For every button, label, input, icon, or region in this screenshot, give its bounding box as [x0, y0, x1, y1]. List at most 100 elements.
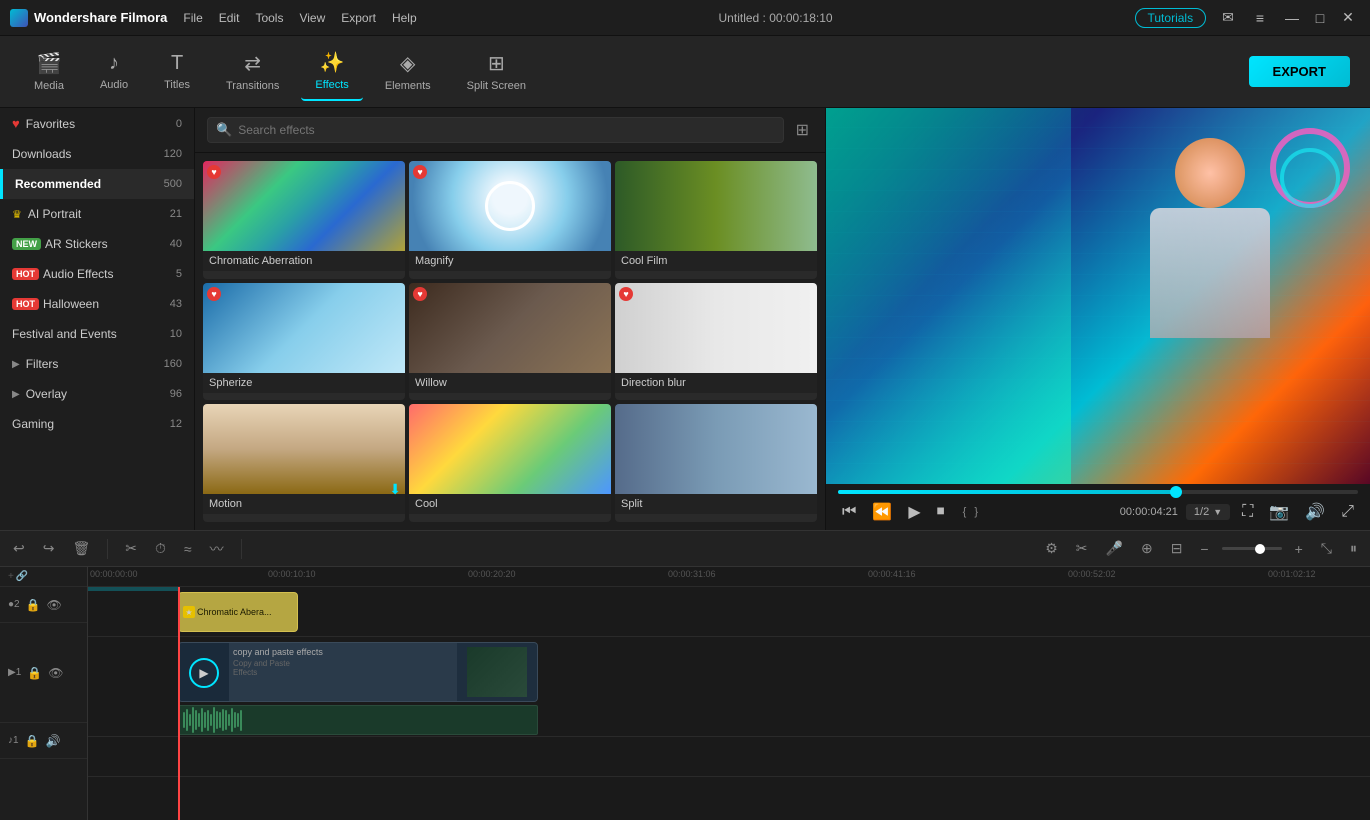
audio-settings-button[interactable]: ≈ [179, 538, 197, 560]
menu-view[interactable]: View [299, 11, 325, 25]
settings-icon-button[interactable]: ⚙ [1040, 537, 1063, 560]
grid-toggle-icon[interactable]: ⊞ [792, 116, 813, 144]
link-icon[interactable]: 🔗 [16, 571, 28, 582]
preview-video-bg [826, 108, 1370, 484]
lock-icon-video[interactable]: 🔒 [27, 666, 42, 680]
preview-person [1130, 138, 1290, 338]
menu-edit[interactable]: Edit [219, 11, 240, 25]
sidebar-item-favorites[interactable]: ♥ Favorites 0 [0, 108, 194, 139]
clip-video-main[interactable]: ▶ copy and paste effects Copy and PasteE… [178, 642, 538, 702]
page-chevron-icon: ▼ [1213, 507, 1222, 517]
effect-willow[interactable]: ♥ Willow [409, 283, 611, 401]
toolbar-transitions[interactable]: ⇄ Transitions [212, 43, 293, 100]
zoom-in-button[interactable]: + [1290, 538, 1308, 560]
sidebar-item-ai-portrait[interactable]: ♛ AI Portrait 21 [0, 199, 194, 229]
menu-export[interactable]: Export [341, 11, 376, 25]
effects-grid: ♥ Chromatic Aberration ♥ Magnify Cool Fi… [195, 153, 825, 530]
sidebar-item-audio-effects[interactable]: HOT Audio Effects 5 [0, 259, 194, 289]
effect-motion[interactable]: ⬇ Motion [203, 404, 405, 522]
effect-colorful[interactable]: Cool [409, 404, 611, 522]
mail-icon[interactable]: ✉ [1216, 7, 1240, 28]
eye-icon-effect[interactable]: 👁 [47, 598, 62, 612]
expand-button[interactable]: ⤢ [1337, 501, 1358, 523]
clip-chromatic-aberration[interactable]: ★ Chromatic Abera... [178, 592, 298, 632]
effect-thumb-split [615, 404, 817, 494]
menu-icon[interactable]: ≡ [1250, 8, 1270, 28]
menu-help[interactable]: Help [392, 11, 417, 25]
effect-cool-film[interactable]: Cool Film [615, 161, 817, 279]
duration-button[interactable]: ⏱ [150, 537, 171, 560]
export-button[interactable]: EXPORT [1249, 56, 1350, 87]
effect-split[interactable]: Split [615, 404, 817, 522]
sidebar-item-recommended[interactable]: Recommended 500 [0, 169, 194, 199]
toolbar-titles[interactable]: T Titles [150, 44, 204, 99]
sidebar-ar-stickers-count: 40 [170, 238, 182, 250]
effect-label-motion: Motion [203, 494, 405, 514]
pause-indicator[interactable]: ⏸ [1345, 537, 1362, 560]
minimize-button[interactable]: — [1280, 9, 1304, 27]
mic-button[interactable]: 🎤 [1101, 537, 1128, 560]
snapshot-button[interactable]: 📷 [1265, 500, 1293, 524]
fit-button[interactable]: ⤡ [1316, 537, 1337, 560]
progress-bar[interactable] [838, 490, 1358, 494]
effect-chromatic-aberration[interactable]: ♥ Chromatic Aberration [203, 161, 405, 279]
play-button[interactable]: ▶ [904, 500, 924, 524]
clip-video-extra-thumb [457, 643, 537, 701]
waveform-button[interactable]: 〰 [205, 536, 229, 562]
sidebar-item-filters[interactable]: ▶ Filters 160 [0, 349, 194, 379]
effect-magnify[interactable]: ♥ Magnify [409, 161, 611, 279]
toolbar-media[interactable]: 🎬 Media [20, 43, 78, 100]
hot-badge-halloween: HOT [12, 298, 39, 310]
search-input[interactable] [238, 123, 774, 137]
effect-spherize[interactable]: ♥ Spherize [203, 283, 405, 401]
add-track-icon[interactable]: + [8, 571, 14, 582]
preview-bg-left [826, 108, 1071, 484]
sidebar-item-festival[interactable]: Festival and Events 10 [0, 319, 194, 349]
page-indicator[interactable]: 1/2 ▼ [1186, 504, 1230, 520]
titlebar-left: Wondershare Filmora File Edit Tools View… [10, 9, 417, 27]
undo-button[interactable]: ↩ [8, 537, 30, 560]
lock-icon-audio[interactable]: 🔒 [25, 734, 40, 748]
wave-bar [198, 713, 200, 727]
step-back-button[interactable]: ⏮ [838, 501, 860, 523]
maximize-button[interactable]: □ [1308, 9, 1332, 27]
effect-thumb-direction-blur [615, 283, 817, 373]
cut-button[interactable]: ✂ [120, 537, 142, 560]
clip-button[interactable]: ✂ [1071, 537, 1093, 560]
close-button[interactable]: ✕ [1336, 9, 1360, 27]
sidebar-favorites-count: 0 [176, 118, 182, 130]
effect-direction-blur[interactable]: ♥ Direction blur [615, 283, 817, 401]
sidebar-item-downloads[interactable]: Downloads 120 [0, 139, 194, 169]
menu-tools[interactable]: Tools [255, 11, 283, 25]
effect-label-magnify: Magnify [409, 251, 611, 271]
sidebar-item-ar-stickers[interactable]: NEW AR Stickers 40 [0, 229, 194, 259]
toolbar-split-screen[interactable]: ⊞ Split Screen [453, 43, 540, 100]
wave-bar [234, 712, 236, 729]
sidebar-item-gaming[interactable]: Gaming 12 [0, 409, 194, 439]
delete-button[interactable]: 🗑 [67, 537, 95, 560]
toolbar-elements[interactable]: ◈ Elements [371, 43, 445, 100]
frame-back-button[interactable]: ⏪ [868, 500, 896, 524]
volume-button[interactable]: 🔊 [1301, 500, 1329, 524]
mute-icon-audio[interactable]: 🔊 [46, 734, 61, 748]
titles-label: Titles [164, 79, 190, 91]
clip-effect-label: Chromatic Abera... [197, 607, 272, 617]
toolbar-effects[interactable]: ✨ Effects [301, 42, 362, 101]
tutorials-button[interactable]: Tutorials [1135, 8, 1207, 28]
zoom-out-button[interactable]: − [1195, 538, 1213, 560]
stop-button[interactable]: ⏹ [933, 501, 949, 523]
fullscreen-button[interactable]: ⛶ [1238, 501, 1257, 523]
timeline: ↩ ↪ 🗑 ✂ ⏱ ≈ 〰 ⚙ ✂ 🎤 ⊕ ⊟ − + ⤡ ⏸ + 🔗 [0, 530, 1370, 820]
lock-icon-effect[interactable]: 🔒 [26, 598, 41, 612]
detach-audio-button[interactable]: ⊕ [1136, 537, 1158, 560]
sidebar-item-halloween[interactable]: HOT Halloween 43 [0, 289, 194, 319]
zoom-slider[interactable] [1222, 547, 1282, 550]
track-progress-bg [88, 587, 1370, 591]
eye-icon-video[interactable]: 👁 [48, 666, 63, 680]
merge-button[interactable]: ⊟ [1166, 537, 1188, 560]
redo-button[interactable]: ↪ [38, 537, 60, 560]
sidebar-item-overlay[interactable]: ▶ Overlay 96 [0, 379, 194, 409]
sidebar-recommended-label: Recommended [15, 177, 160, 191]
toolbar-audio[interactable]: ♪ Audio [86, 44, 142, 99]
menu-file[interactable]: File [183, 11, 202, 25]
